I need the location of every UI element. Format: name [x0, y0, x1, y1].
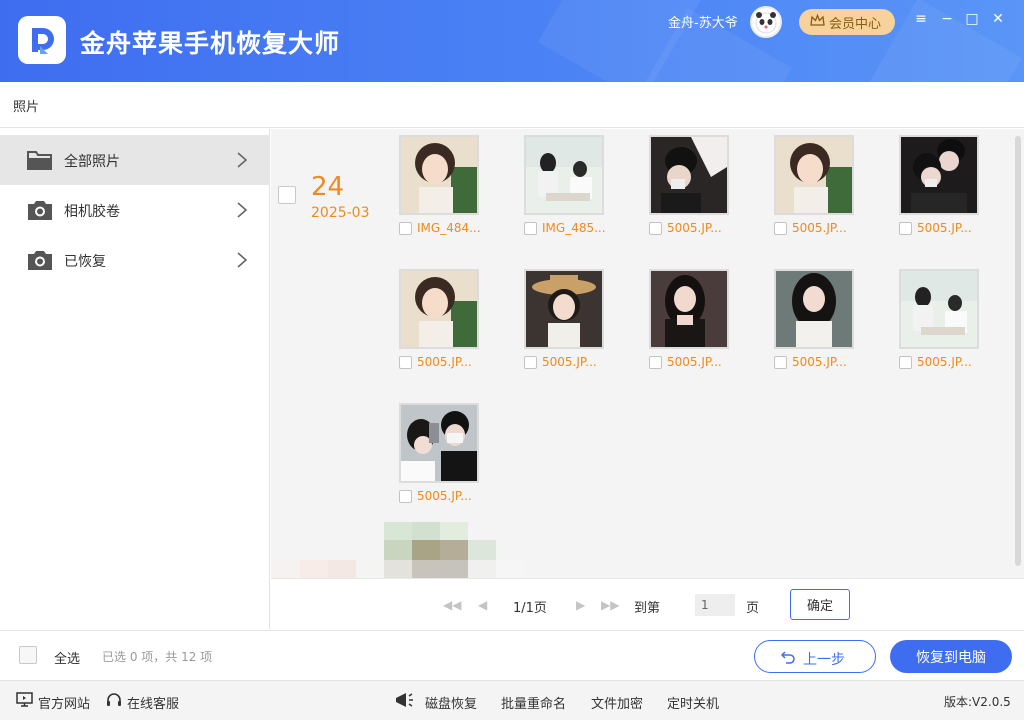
panda-avatar-icon: [755, 12, 777, 34]
photo-name: 5005.JP...: [417, 355, 472, 369]
camera-icon: [28, 251, 52, 270]
photo-name: IMG_484...: [417, 221, 481, 235]
camera-icon: [28, 201, 52, 220]
sidebar-item-all-photos[interactable]: 全部照片: [0, 135, 270, 185]
select-all-label[interactable]: 全选: [54, 648, 80, 667]
photo-checkbox[interactable]: [399, 222, 412, 235]
last-page-icon[interactable]: ▶▶: [601, 598, 619, 612]
photo-name: 5005.JP...: [792, 355, 847, 369]
photo-checkbox[interactable]: [524, 222, 537, 235]
page-info: 1/1页: [513, 601, 547, 616]
tool-disk-recovery[interactable]: 磁盘恢复: [425, 693, 477, 712]
tool-file-encrypt[interactable]: 文件加密: [591, 693, 643, 712]
photo-name: 5005.JP...: [417, 489, 472, 503]
app-title: 金舟苹果手机恢复大师: [80, 29, 341, 58]
menu-icon[interactable]: ≡: [912, 10, 930, 28]
photo-thumbnail[interactable]: [524, 269, 604, 349]
member-center-button[interactable]: 会员中心: [799, 9, 895, 35]
first-page-icon[interactable]: ◀◀: [443, 598, 461, 612]
scrollbar[interactable]: [1015, 136, 1021, 566]
recover-to-computer-button[interactable]: 恢复到电脑: [890, 640, 1012, 673]
photo-thumbnail[interactable]: [774, 269, 854, 349]
online-support-link[interactable]: 在线客服: [127, 693, 179, 712]
prev-page-icon[interactable]: ◀: [478, 598, 487, 612]
photo-checkbox[interactable]: [774, 222, 787, 235]
group-day: 24: [311, 172, 345, 202]
sidebar-item-label: 相机胶卷: [64, 204, 120, 220]
photo-thumbnail[interactable]: [899, 269, 979, 349]
previous-step-button[interactable]: 上一步: [754, 640, 876, 673]
chevron-right-icon: [237, 152, 248, 168]
avatar[interactable]: [750, 6, 782, 38]
photo-checkbox[interactable]: [524, 356, 537, 369]
member-center-label: 会员中心: [829, 16, 882, 31]
monitor-icon: [16, 692, 33, 707]
status-bar: 官方网站 在线客服 磁盘恢复 批量重命名 文件加密 定时关机 版本:V2.0.5: [0, 680, 1024, 720]
group-month: 2025-03: [311, 205, 370, 221]
tool-scheduled-shutdown[interactable]: 定时关机: [667, 693, 719, 712]
pagination: ◀◀ ◀ 1/1页 ▶ ▶▶ 到第 页 确定: [271, 578, 1024, 630]
photo-thumbnail[interactable]: [649, 269, 729, 349]
close-icon[interactable]: ✕: [989, 10, 1007, 28]
photo-name: 5005.JP...: [667, 355, 722, 369]
group-checkbox[interactable]: [278, 186, 296, 204]
minimize-icon[interactable]: −: [938, 10, 956, 28]
photo-thumbnail[interactable]: [399, 403, 479, 483]
loading-preview: [272, 522, 524, 578]
sidebar-item-label: 全部照片: [64, 154, 120, 170]
photo-name: 5005.JP...: [667, 221, 722, 235]
breadcrumb: 照片: [13, 100, 40, 115]
next-page-icon[interactable]: ▶: [576, 598, 585, 612]
app-logo: [18, 16, 66, 64]
photo-thumbnail[interactable]: [899, 135, 979, 215]
photo-thumbnail[interactable]: [774, 135, 854, 215]
sidebar-item-label: 已恢复: [64, 254, 106, 270]
photo-thumbnail[interactable]: [524, 135, 604, 215]
photo-thumbnail[interactable]: [649, 135, 729, 215]
photo-checkbox[interactable]: [649, 356, 662, 369]
version-label: 版本:V2.0.5: [944, 695, 1011, 709]
photo-thumbnail[interactable]: [399, 269, 479, 349]
photo-name: 5005.JP...: [792, 221, 847, 235]
confirm-page-button[interactable]: 确定: [790, 589, 850, 620]
megaphone-icon: [396, 693, 413, 707]
photo-name: 5005.JP...: [917, 221, 972, 235]
official-website-link[interactable]: 官方网站: [38, 693, 90, 712]
photo-thumbnail[interactable]: [399, 135, 479, 215]
previous-step-label: 上一步: [803, 652, 845, 668]
undo-arrow-icon: [781, 651, 795, 664]
photo-checkbox[interactable]: [774, 356, 787, 369]
photo-checkbox[interactable]: [899, 222, 912, 235]
photo-name: 5005.JP...: [917, 355, 972, 369]
crown-icon: [810, 14, 825, 26]
photo-checkbox[interactable]: [399, 490, 412, 503]
photo-checkbox[interactable]: [899, 356, 912, 369]
folder-icon: [27, 151, 52, 170]
photo-checkbox[interactable]: [399, 356, 412, 369]
username: 金舟-苏大爷: [668, 16, 738, 31]
goto-label: 到第: [634, 601, 661, 616]
sidebar-item-recovered[interactable]: 已恢复: [0, 235, 270, 285]
breadcrumb-bar: 照片: [0, 82, 1024, 128]
title-bar: 金舟苹果手机恢复大师 金舟-苏大爷 会员中心 ≡ − □ ✕: [0, 0, 1024, 82]
sidebar-item-camera-roll[interactable]: 相机胶卷: [0, 185, 270, 235]
chevron-right-icon: [237, 252, 248, 268]
page-unit-label: 页: [746, 601, 760, 616]
chevron-right-icon: [237, 202, 248, 218]
photo-name: IMG_485...: [542, 221, 606, 235]
action-bar: 全选 已选 0 项，共 12 项 上一步 恢复到电脑: [0, 630, 1024, 680]
photo-name: 5005.JP...: [542, 355, 597, 369]
photo-checkbox[interactable]: [649, 222, 662, 235]
selection-count: 已选 0 项，共 12 项: [102, 650, 213, 664]
tool-batch-rename[interactable]: 批量重命名: [501, 693, 566, 712]
headset-icon: [107, 693, 121, 706]
maximize-icon[interactable]: □: [963, 10, 981, 28]
sidebar: 全部照片 相机胶卷 已恢复: [0, 129, 270, 629]
page-number-input[interactable]: [695, 594, 735, 616]
select-all-checkbox[interactable]: [19, 646, 37, 664]
